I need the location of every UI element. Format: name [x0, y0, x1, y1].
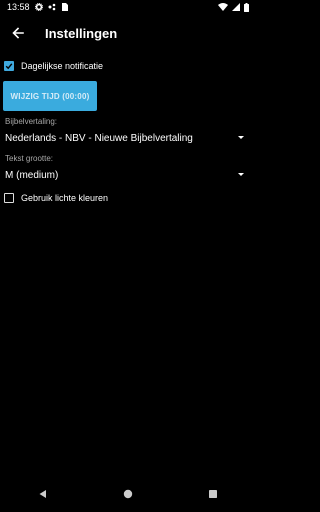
light-colors-label: Gebruik lichte kleuren: [21, 193, 109, 203]
checkbox-unchecked-icon: [4, 193, 14, 203]
battery-icon: [244, 2, 249, 12]
status-bar: 13:58: [0, 0, 256, 14]
settings-gear-icon: [34, 3, 43, 11]
home-circle-icon: [123, 489, 133, 499]
dropdown-arrow-icon: [238, 136, 244, 139]
bible-translation-value: Nederlands - NBV - Nieuwe Bijbelvertalin…: [5, 132, 193, 144]
daily-notification-checkbox[interactable]: Dagelijkse notificatie: [4, 61, 103, 71]
bible-translation-label: Bijbelvertaling:: [5, 117, 58, 126]
arrow-left-icon: [12, 27, 24, 39]
app-bar: Instellingen: [0, 14, 256, 52]
nav-recents-button[interactable]: [193, 479, 233, 509]
status-time: 13:58: [7, 2, 30, 12]
wifi-icon: [218, 3, 228, 11]
navigation-bar: [0, 476, 256, 512]
sim-card-icon: [61, 3, 68, 11]
recents-square-icon: [209, 490, 218, 498]
status-right: [218, 2, 249, 12]
signal-dots-icon: [48, 3, 57, 11]
cellular-icon: [232, 3, 240, 11]
back-button[interactable]: [3, 18, 33, 48]
nav-back-button[interactable]: [23, 479, 63, 509]
nav-home-button[interactable]: [108, 479, 148, 509]
status-left: 13:58: [7, 2, 68, 12]
change-time-button[interactable]: WIJZIG TIJD (00:00): [3, 81, 97, 111]
text-size-spinner[interactable]: M (medium): [0, 166, 256, 184]
text-size-label: Tekst grootte:: [5, 154, 54, 163]
bible-translation-spinner[interactable]: Nederlands - NBV - Nieuwe Bijbelvertalin…: [0, 129, 256, 147]
dropdown-arrow-icon: [238, 173, 244, 176]
daily-notification-label: Dagelijkse notificatie: [21, 61, 104, 71]
light-colors-checkbox[interactable]: Gebruik lichte kleuren: [4, 193, 108, 203]
text-size-value: M (medium): [5, 169, 59, 181]
checkbox-checked-icon: [4, 61, 14, 71]
back-triangle-icon: [39, 490, 46, 498]
page-title: Instellingen: [45, 25, 118, 41]
